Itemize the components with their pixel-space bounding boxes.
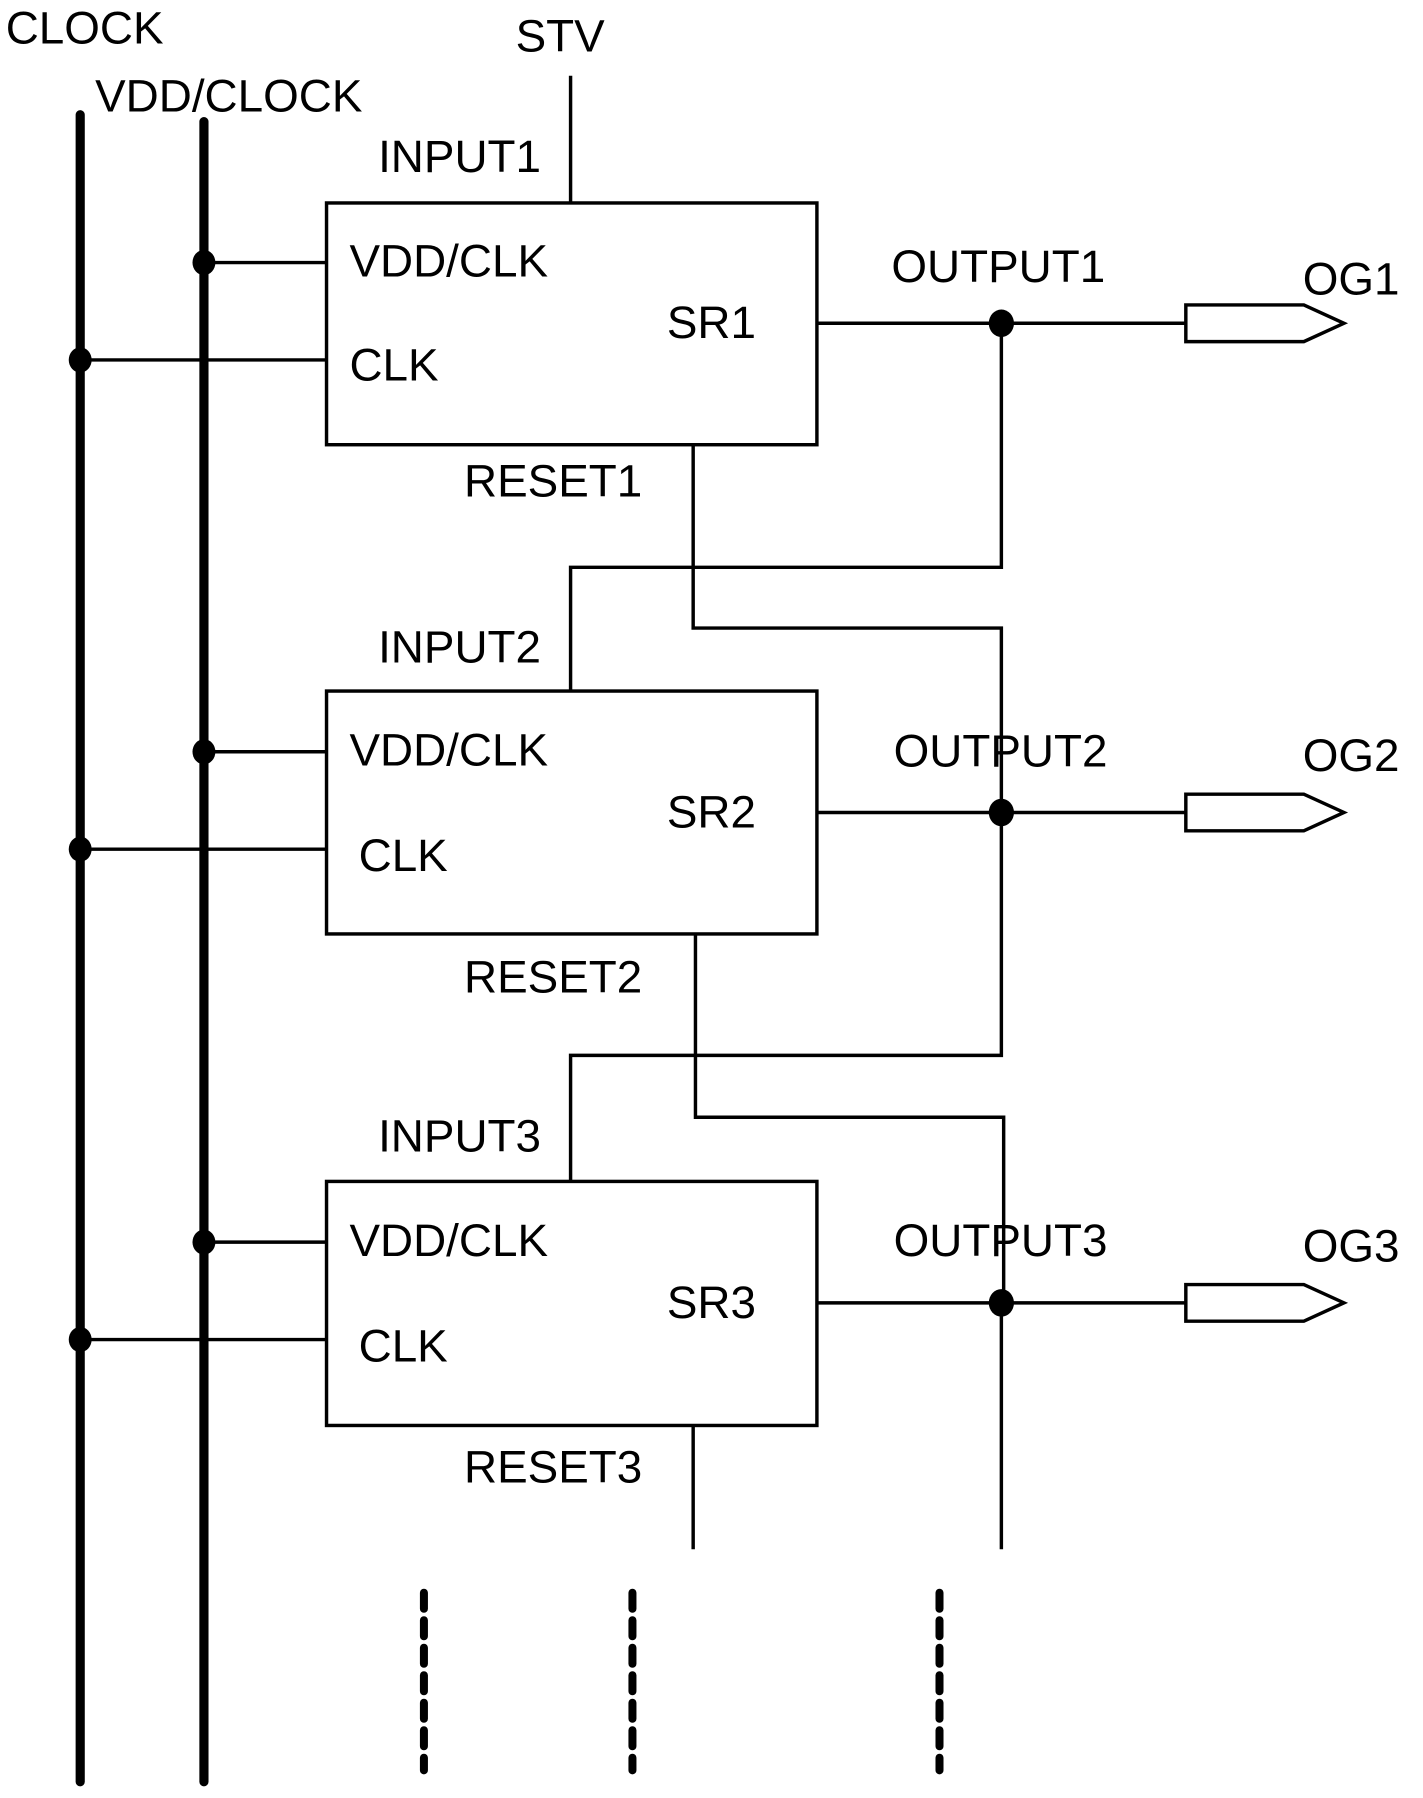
- og-label: OG2: [1303, 730, 1400, 781]
- clk-port-label: CLK: [359, 1320, 449, 1371]
- output-port-arrow-icon: [1184, 792, 1349, 833]
- reset-label: RESET1: [464, 455, 642, 506]
- junction-dot: [68, 836, 92, 862]
- input-label: INPUT1: [378, 131, 541, 182]
- stage-sr3: INPUT3 VDD/CLK CLK SR3 RESET3 OUTPUT3 OG…: [68, 1111, 1400, 1493]
- stv-label: STV: [516, 11, 606, 62]
- block-name-label: SR1: [667, 297, 756, 348]
- clk-port-label: CLK: [359, 830, 449, 881]
- vdd-clk-port-label: VDD/CLK: [349, 725, 548, 776]
- junction-dot: [192, 249, 216, 276]
- junction-dot: [192, 1229, 216, 1255]
- og-label: OG3: [1303, 1221, 1400, 1272]
- input-label: INPUT3: [378, 1111, 541, 1162]
- clock-bus-label: CLOCK: [6, 3, 164, 54]
- output-label: OUTPUT1: [891, 241, 1105, 292]
- junction-dot: [192, 739, 216, 765]
- stage-sr1: INPUT1 VDD/CLK CLK SR1 RESET1 OUTPUT1 OG…: [68, 131, 1400, 506]
- stage-sr2: INPUT2 VDD/CLK CLK SR2 RESET2 OUTPUT2 OG…: [68, 621, 1400, 1002]
- junction-dot: [68, 347, 92, 373]
- vdd-clock-bus-label: VDD/CLOCK: [95, 70, 363, 121]
- reset-label: RESET3: [464, 1442, 642, 1493]
- block-name-label: SR2: [667, 786, 756, 837]
- output-label: OUTPUT3: [894, 1215, 1108, 1266]
- vdd-clk-port-label: VDD/CLK: [349, 1215, 548, 1266]
- reset-label: RESET2: [464, 951, 642, 1002]
- clk-port-label: CLK: [349, 340, 439, 391]
- gate-driver-shift-register-diagram: CLOCK VDD/CLOCK STV INPUT1 VDD/CLK CLK S…: [6, 3, 1400, 1787]
- output-port-arrow-icon: [1184, 303, 1349, 344]
- block-name-label: SR3: [667, 1277, 756, 1328]
- junction-dot: [68, 1326, 92, 1353]
- og-label: OG1: [1303, 254, 1400, 305]
- output-port-arrow-icon: [1184, 1282, 1349, 1323]
- input-label: INPUT2: [378, 621, 541, 672]
- vdd-clk-port-label: VDD/CLK: [349, 235, 548, 286]
